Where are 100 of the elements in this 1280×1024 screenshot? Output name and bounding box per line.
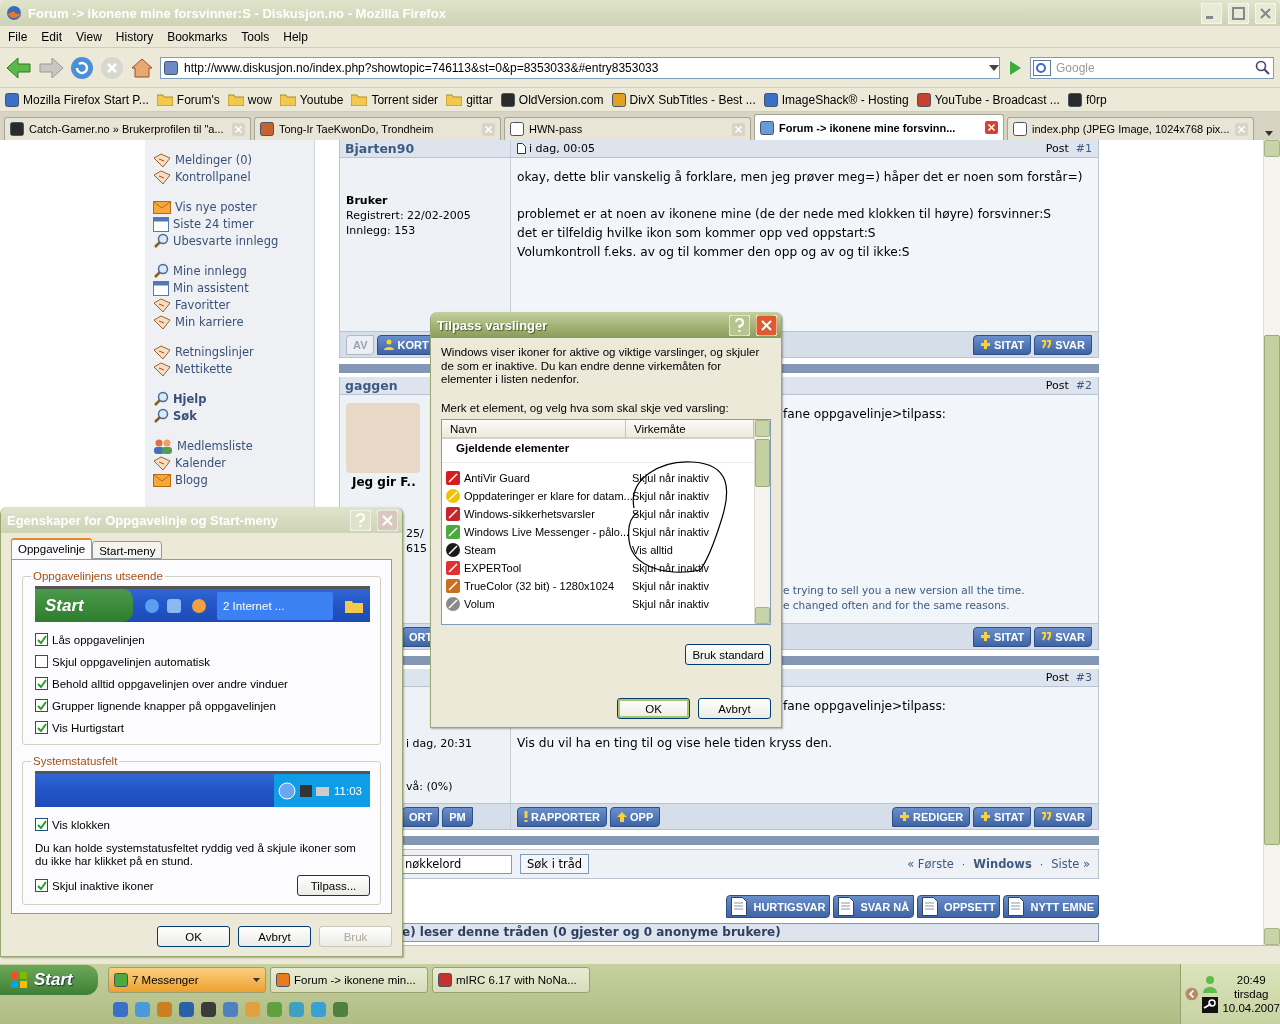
thread-action-button[interactable]: SVAR NÅ: [833, 895, 915, 918]
sidebar-link[interactable]: Min karriere: [153, 314, 314, 330]
search-thread-button[interactable]: Søk i tråd: [520, 854, 590, 874]
thread-action-button[interactable]: HURTIGSVAR: [726, 895, 831, 918]
checkbox-label[interactable]: Behold alltid oppgavelinjen over andre vinduer: [52, 677, 288, 690]
sidebar-link[interactable]: Hjelp: [153, 391, 314, 407]
bookmark[interactable]: wow: [227, 92, 272, 107]
dialog-tab[interactable]: Start-meny: [92, 541, 163, 559]
taskbar-button[interactable]: 7 Messenger: [108, 966, 266, 993]
bookmark[interactable]: Youtube: [279, 92, 344, 107]
bookmark[interactable]: Forum's: [156, 92, 220, 107]
post-action-button[interactable]: RAPPORTER: [517, 806, 608, 827]
menu-item[interactable]: Bookmarks: [161, 27, 234, 46]
bookmark[interactable]: DivX SubTitles - Best ...: [611, 92, 756, 107]
reset-defaults-button[interactable]: Bruk standard: [685, 644, 771, 665]
vertical-scrollbar[interactable]: [1263, 140, 1280, 945]
browser-tab[interactable]: index.php (JPEG Image, 1024x768 pix...: [1007, 117, 1254, 140]
checkbox-label[interactable]: Skjul inaktive ikoner: [52, 879, 154, 892]
post-action-button[interactable]: SITAT: [973, 806, 1032, 827]
list-item-behavior[interactable]: Vis alltid: [632, 544, 673, 556]
dialog-button[interactable]: Avbryt: [698, 698, 771, 719]
sidebar-link[interactable]: Meldinger (0): [153, 152, 314, 168]
bookmark[interactable]: YouTube - Broadcast ...: [916, 92, 1060, 107]
start-button[interactable]: Start: [0, 964, 98, 995]
list-item-behavior[interactable]: Skjul når inaktiv: [632, 580, 710, 592]
sidebar-link[interactable]: Blogg: [153, 472, 314, 488]
dialog-button[interactable]: Avbryt: [238, 926, 311, 947]
menu-item[interactable]: History: [109, 27, 160, 46]
list-item-name[interactable]: Windows Live Messenger - pålo...: [442, 524, 630, 540]
list-scrollbar[interactable]: [754, 420, 770, 624]
quick-launch-icon[interactable]: [200, 1000, 217, 1018]
steam-tray-icon[interactable]: [1202, 997, 1219, 1013]
list-item-name[interactable]: EXPERTool: [442, 560, 522, 576]
checkbox-label[interactable]: Skjul oppgavelinjen automatisk: [52, 655, 210, 668]
sidebar-link[interactable]: Min assistent: [153, 280, 314, 296]
post-action-button[interactable]: PM: [442, 806, 473, 827]
dialog-button[interactable]: OK: [157, 926, 230, 947]
checkbox[interactable]: [35, 677, 48, 690]
sidebar-link[interactable]: Favoritter: [153, 297, 314, 313]
dialog-button[interactable]: OK: [617, 698, 690, 719]
address-bar[interactable]: http://www.diskusjon.no/index.php?showtopic=746113&st=0&p=8353033&#entry8353033: [160, 56, 1000, 79]
bookmark[interactable]: f0rp: [1067, 92, 1107, 107]
checkbox[interactable]: [35, 818, 48, 831]
list-item-name[interactable]: AntiVir Guard: [442, 470, 530, 486]
maximize-icon[interactable]: [1228, 2, 1249, 24]
browser-tab[interactable]: HWN-pass: [504, 117, 751, 140]
pagination-link[interactable]: Windows: [973, 857, 1032, 871]
sidebar-link[interactable]: Vis nye poster: [153, 199, 314, 215]
bookmark[interactable]: Mozilla Firefox Start P...: [5, 92, 149, 107]
browser-tab[interactable]: Catch-Gamer.no » Brukerprofilen til "a...: [4, 117, 251, 140]
menu-item[interactable]: Help: [277, 27, 314, 46]
checkbox-label[interactable]: Lås oppgavelinjen: [52, 633, 145, 646]
sidebar-link[interactable]: Kontrollpanel: [153, 169, 314, 185]
bookmark[interactable]: gittar: [446, 92, 493, 107]
notification-list[interactable]: [441, 419, 771, 625]
sidebar-link[interactable]: Mine innlegg: [153, 263, 314, 279]
checkbox[interactable]: [35, 721, 48, 734]
quick-launch-icon[interactable]: [178, 1000, 195, 1018]
post-action-button[interactable]: SVAR: [1034, 626, 1092, 647]
taskbar-button[interactable]: mIRC 6.17 with NoNa...: [432, 966, 590, 993]
sidebar-link[interactable]: Siste 24 timer: [153, 216, 314, 232]
pagination-link[interactable]: « Første: [907, 857, 954, 871]
close-icon[interactable]: [377, 509, 398, 531]
customize-button[interactable]: Tilpass...: [297, 875, 370, 896]
quick-launch-icon[interactable]: [112, 1000, 129, 1018]
forward-icon[interactable]: [38, 56, 64, 79]
checkbox[interactable]: [35, 699, 48, 712]
list-item-behavior[interactable]: Skjul når inaktiv: [632, 526, 710, 538]
bookmark[interactable]: OldVersion.com: [500, 92, 604, 107]
browser-tab[interactable]: Forum -> ikonene mine forsvinn...: [754, 114, 1004, 140]
post-action-button[interactable]: SITAT: [973, 334, 1032, 355]
post-action-button[interactable]: SVAR: [1034, 334, 1092, 355]
thread-action-button[interactable]: OPPSETT: [917, 895, 1001, 918]
thread-action-button[interactable]: NYTT EMNE: [1003, 895, 1099, 918]
menu-item[interactable]: Edit: [35, 27, 69, 46]
list-item-name[interactable]: Steam: [442, 542, 496, 558]
list-item-behavior[interactable]: Skjul når inaktiv: [632, 598, 710, 610]
post-link[interactable]: #1: [1075, 142, 1092, 155]
sidebar-link[interactable]: Ubesvarte innlegg: [153, 233, 314, 249]
post-link[interactable]: #3: [1075, 671, 1092, 684]
sidebar-link[interactable]: Kalender: [153, 455, 314, 471]
back-icon[interactable]: [6, 56, 32, 79]
checkbox-label[interactable]: Grupper lignende knapper på oppgavelinjen: [52, 699, 276, 712]
bookmark[interactable]: Torrent sider: [351, 92, 439, 107]
close-icon[interactable]: [1255, 2, 1276, 24]
thread-search-field[interactable]: nøkkelord: [402, 854, 512, 874]
sidebar-link[interactable]: Nettikette: [153, 361, 314, 377]
close-icon[interactable]: [756, 314, 777, 336]
sidebar-link[interactable]: Medlemsliste: [153, 438, 314, 454]
menu-item[interactable]: File: [2, 27, 34, 46]
checkbox[interactable]: [35, 633, 48, 646]
list-item-name[interactable]: Oppdateringer er klare for datam...: [442, 488, 633, 504]
browser-tab[interactable]: Tong-Ir TaeKwonDo, Trondheim: [254, 117, 501, 140]
bookmark[interactable]: ImageShack® - Hosting: [763, 92, 909, 107]
close-tab-icon[interactable]: [985, 121, 998, 134]
sidebar-link[interactable]: Søk: [153, 408, 314, 424]
search-bar[interactable]: Google: [1030, 56, 1274, 79]
list-item-name[interactable]: Windows-sikkerhetsvarsler: [442, 506, 595, 522]
post-action-button[interactable]: ORT: [402, 806, 440, 827]
checkbox[interactable]: [35, 655, 48, 668]
